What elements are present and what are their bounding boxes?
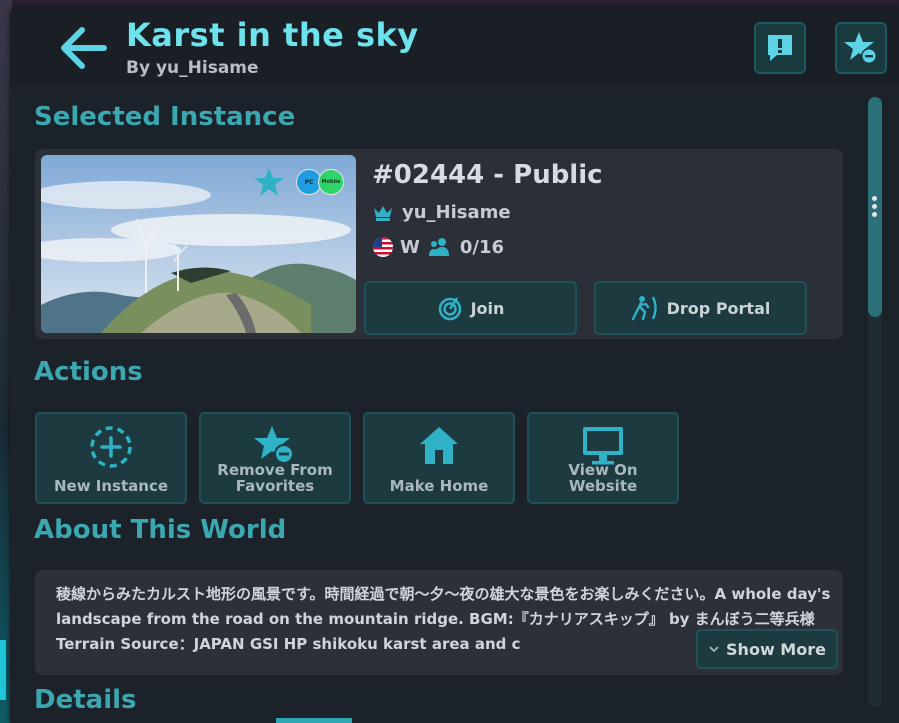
view-website-button[interactable]: View On Website [527, 412, 679, 504]
star-minus-icon [254, 426, 294, 464]
users-icon [428, 238, 449, 256]
drop-portal-label: Drop Portal [666, 298, 771, 318]
details-heading: Details [34, 685, 137, 715]
about-heading: About This World [34, 515, 287, 545]
new-instance-button[interactable]: New Instance [35, 412, 187, 504]
unfavorite-button[interactable] [835, 22, 887, 74]
join-label: Join [470, 298, 505, 318]
world-detail-panel: Karst in the sky By yu_Hisame Selected I… [10, 8, 899, 723]
new-instance-label: New Instance [53, 477, 169, 495]
show-more-button[interactable]: Show More [696, 629, 838, 669]
platform-badges: PC Mobile [296, 169, 346, 195]
join-icon [438, 297, 461, 321]
instance-region-row: W 0/16 [372, 236, 504, 258]
about-card: 稜線からみたカルスト地形の風景です。時間経過で朝〜夕〜夜の雄大な景色をお楽しみく… [35, 570, 843, 675]
instance-id: #02444 - Public [372, 160, 603, 190]
instance-owner-row: yu_Hisame [372, 202, 511, 223]
star-minus-icon [844, 32, 877, 64]
background-glow [0, 640, 6, 700]
make-home-label: Make Home [389, 477, 489, 495]
join-button[interactable]: Join [364, 281, 577, 335]
panel-header: Karst in the sky By yu_Hisame [10, 8, 899, 85]
bottom-tab-indicator [276, 718, 352, 723]
drop-portal-button[interactable]: Drop Portal [594, 281, 807, 335]
occupancy-count: 0/16 [459, 236, 505, 258]
report-button[interactable] [754, 22, 806, 74]
plus-circle-dashed-icon [90, 426, 132, 468]
crown-icon [374, 205, 392, 221]
selected-instance-heading: Selected Instance [34, 102, 296, 132]
view-website-label: View On Website [568, 461, 638, 495]
region-label: W [400, 236, 420, 258]
world-title: Karst in the sky [126, 16, 419, 54]
chevron-down-icon [709, 646, 719, 653]
owner-name: yu_Hisame [402, 202, 511, 223]
us-flag-icon [373, 237, 393, 257]
show-more-label: Show More [726, 639, 826, 659]
world-thumbnail: PC Mobile [41, 155, 356, 333]
favorite-star-icon [254, 168, 284, 196]
mobile-badge: Mobile [318, 169, 344, 195]
portal-icon [631, 296, 657, 321]
arrow-left-icon [61, 27, 107, 69]
remove-favorite-label: Remove From Favorites [217, 461, 333, 495]
make-home-button[interactable]: Make Home [363, 412, 515, 504]
world-author: By yu_Hisame [126, 58, 259, 78]
scrollbar-track[interactable] [868, 97, 882, 707]
scroll-content[interactable]: Selected Instance PC Mobile #02444 - Pub… [10, 85, 899, 723]
home-icon [420, 427, 458, 464]
more-options-icon[interactable] [872, 196, 878, 217]
instance-card: PC Mobile #02444 - Public yu_Hisame W 0/… [35, 149, 843, 339]
actions-heading: Actions [34, 357, 143, 387]
report-icon [768, 35, 792, 61]
remove-favorite-button[interactable]: Remove From Favorites [199, 412, 351, 504]
back-button[interactable] [58, 26, 110, 70]
